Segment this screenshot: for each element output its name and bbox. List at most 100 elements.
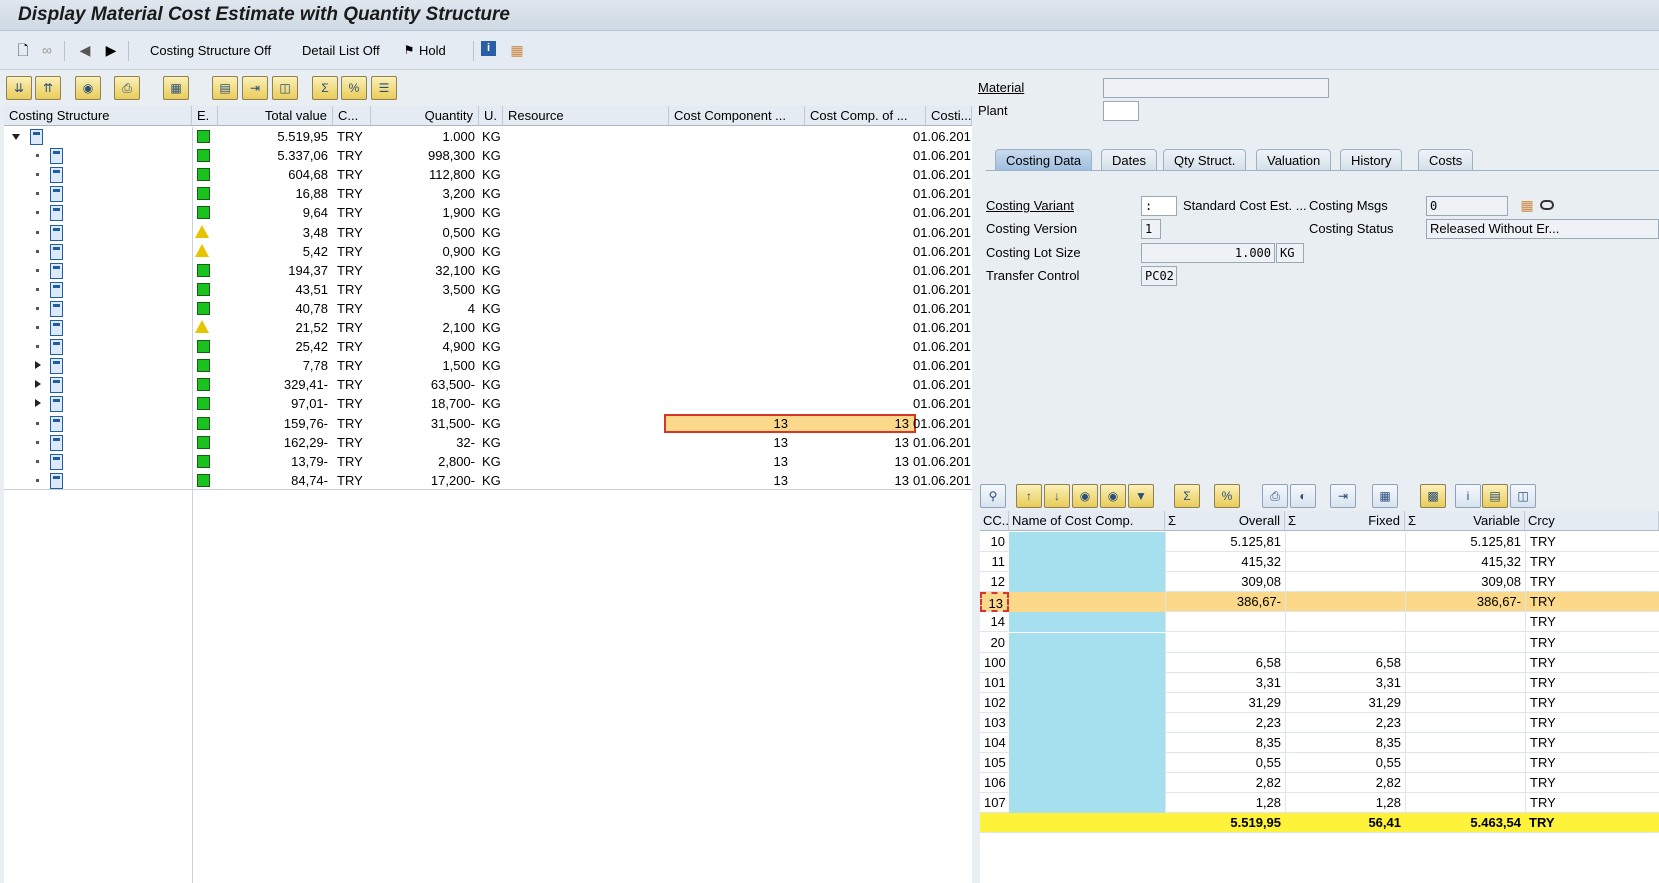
new-document-icon[interactable]: 🗋 [14, 41, 32, 59]
col-header-name-of-cost-comp[interactable]: Name of Cost Comp. [1009, 511, 1165, 531]
col-header-total-value[interactable]: Total value [218, 106, 333, 126]
cost-component-row[interactable]: 100 6,58 6,58 TRY [980, 652, 1659, 673]
log-icon[interactable]: ▦ [508, 41, 526, 59]
expand-all-icon[interactable]: ⇊ [6, 76, 32, 100]
print-icon[interactable]: ⎙ [1262, 484, 1288, 508]
col-header-overall[interactable]: Σ Overall [1165, 511, 1285, 531]
hold-button[interactable]: Hold [419, 41, 446, 61]
filter-icon[interactable]: ▼ [1128, 484, 1154, 508]
collapse-all-icon[interactable]: ⇈ [35, 76, 61, 100]
cost-component-row[interactable]: 107 1,28 1,28 TRY [980, 793, 1659, 814]
expand-node-icon[interactable] [35, 380, 41, 389]
table-row[interactable]: 5.337,06 TRY 998,300 KG 01.06.201 [4, 146, 972, 166]
table-row[interactable]: 25,42 TRY 4,900 KG 01.06.201 [4, 337, 972, 357]
find-next-icon[interactable]: ◉ [1100, 484, 1126, 508]
plant-field[interactable] [1103, 101, 1139, 121]
export-icon[interactable]: ⇥ [242, 76, 268, 100]
table-row[interactable]: 329,41- TRY 63,500- KG 01.06.201 [4, 375, 972, 395]
find-icon[interactable]: ◉ [1072, 484, 1098, 508]
col-header-costing-structure[interactable]: Costing Structure [4, 106, 192, 126]
subtotal-icon[interactable]: % [341, 76, 367, 100]
cost-component-row[interactable]: 101 3,31 3,31 TRY [980, 672, 1659, 693]
details-icon[interactable]: ⚲ [980, 484, 1006, 508]
tab-costs[interactable]: Costs [1418, 149, 1474, 170]
table-row[interactable]: 5.519,95 TRY 1.000 KG 01.06.201 [4, 127, 972, 146]
table-row[interactable]: 84,74- TRY 17,200- KG 13 13 01.06.201 [4, 470, 972, 490]
cost-component-row[interactable]: 10 5.125,81 5.125,81 TRY [980, 532, 1659, 552]
col-header-cost-component[interactable]: Cost Component ... [669, 106, 805, 126]
table-row[interactable]: 159,76- TRY 31,500- KG 13 13 01.06.201 [4, 413, 972, 433]
table-row[interactable]: 162,29- TRY 32- KG 13 13 01.06.201 [4, 432, 972, 452]
material-field[interactable] [1103, 78, 1329, 98]
col-header-e[interactable]: E. [192, 106, 218, 126]
export-icon[interactable]: ⇥ [1330, 484, 1356, 508]
find-icon[interactable]: ◉ [75, 76, 101, 100]
next-icon[interactable]: ▶ [102, 41, 120, 59]
col-header-cc[interactable]: CC.. [980, 511, 1009, 531]
table-row[interactable]: 21,52 TRY 2,100 KG 01.06.201 [4, 318, 972, 337]
cost-component-row[interactable]: 105 0,55 0,55 TRY [980, 753, 1659, 774]
expand-node-icon[interactable] [35, 361, 41, 370]
cost-component-row[interactable]: 12 309,08 309,08 TRY [980, 572, 1659, 593]
cost-component-row[interactable]: 103 2,23 2,23 TRY [980, 712, 1659, 733]
tab-qty-struct[interactable]: Qty Struct. [1163, 149, 1247, 170]
previous-icon[interactable]: ◀ [76, 41, 94, 59]
table-row[interactable]: 43,51 TRY 3,500 KG 01.06.201 [4, 279, 972, 299]
cost-component-row[interactable]: 106 2,82 2,82 TRY [980, 773, 1659, 794]
table-row[interactable]: 194,37 TRY 32,100 KG 01.06.201 [4, 260, 972, 280]
layout-icon[interactable]: ▦ [1372, 484, 1398, 508]
table-row[interactable]: 9,64 TRY 1,900 KG 01.06.201 [4, 203, 972, 223]
table-row[interactable]: 3,48 TRY 0,500 KG 01.06.201 [4, 222, 972, 242]
material-label[interactable]: Material [978, 78, 1024, 98]
sort-descending-icon[interactable]: ↓ [1044, 484, 1070, 508]
costing-structure-off-button[interactable]: Costing Structure Off [150, 41, 271, 61]
detail-list-off-button[interactable]: Detail List Off [302, 41, 380, 61]
layout-icon[interactable]: ▦ [163, 76, 189, 100]
message-log-icon[interactable]: ▦ [1518, 196, 1536, 214]
table-row[interactable]: 5,42 TRY 0,900 KG 01.06.201 [4, 241, 972, 261]
sum-icon[interactable]: Σ [312, 76, 338, 100]
table-row[interactable]: 7,78 TRY 1,500 KG 01.06.201 [4, 356, 972, 376]
subtotal-icon[interactable]: % [1214, 484, 1240, 508]
tab-valuation[interactable]: Valuation [1256, 149, 1332, 170]
col-header-unit[interactable]: U. [479, 106, 503, 126]
columns-icon[interactable]: ◫ [1510, 484, 1536, 508]
cost-component-row[interactable]: 104 8,35 8,35 TRY [980, 733, 1659, 753]
glasses-icon[interactable]: ∞ [38, 41, 56, 59]
cost-component-row[interactable]: 20 TRY [980, 632, 1659, 653]
col-header-resource[interactable]: Resource [503, 106, 669, 126]
costing-variant-label[interactable]: Costing Variant [986, 196, 1074, 216]
cost-component-row[interactable]: 102 31,29 31,29 TRY [980, 692, 1659, 713]
col-header-currency[interactable]: C... [333, 106, 371, 126]
info-icon[interactable]: i [1455, 484, 1481, 508]
tab-history[interactable]: History [1340, 149, 1403, 170]
cost-component-row[interactable]: 11 415,32 415,32 TRY [980, 552, 1659, 573]
expand-node-icon[interactable] [35, 399, 41, 408]
sum-icon[interactable]: Σ [1174, 484, 1200, 508]
costing-status-dropdown[interactable]: Released Without Er... [1426, 219, 1659, 239]
col-header-cost-comp-of[interactable]: Cost Comp. of ... [805, 106, 926, 126]
graphic-icon[interactable]: ▩ [1420, 484, 1446, 508]
table-row[interactable]: 16,88 TRY 3,200 KG 01.06.201 [4, 184, 972, 204]
detail-icon[interactable]: ☰ [371, 76, 397, 100]
cost-component-row[interactable]: 13 386,67- 386,67- TRY [980, 592, 1659, 613]
views-icon[interactable]: ◐ [1290, 484, 1316, 508]
col-header-quantity[interactable]: Quantity [371, 106, 479, 126]
table-row[interactable]: 604,68 TRY 112,800 KG 01.06.201 [4, 165, 972, 185]
info-icon[interactable]: i [481, 41, 496, 56]
costing-variant-field[interactable]: : [1141, 196, 1177, 216]
table-row[interactable]: 40,78 TRY 4 KG 01.06.201 [4, 298, 972, 318]
calculator-icon[interactable]: ▤ [212, 76, 238, 100]
tab-dates[interactable]: Dates [1101, 149, 1157, 170]
col-header-fixed[interactable]: Σ Fixed [1285, 511, 1405, 531]
col-header-costing-date[interactable]: Costi... [926, 106, 972, 126]
table-row[interactable]: 97,01- TRY 18,700- KG 01.06.201 [4, 394, 972, 414]
collapse-node-icon[interactable] [12, 134, 20, 140]
columns-icon[interactable]: ◫ [272, 76, 298, 100]
print-icon[interactable]: ⎙ [114, 76, 140, 100]
table-row[interactable]: 13,79- TRY 2,800- KG 13 13 01.06.201 [4, 451, 972, 471]
tab-costing-data[interactable]: Costing Data [995, 149, 1093, 170]
sort-ascending-icon[interactable]: ↑ [1016, 484, 1042, 508]
col-header-variable[interactable]: Σ Variable [1405, 511, 1525, 531]
col-header-currency[interactable]: Crcy [1525, 511, 1659, 531]
